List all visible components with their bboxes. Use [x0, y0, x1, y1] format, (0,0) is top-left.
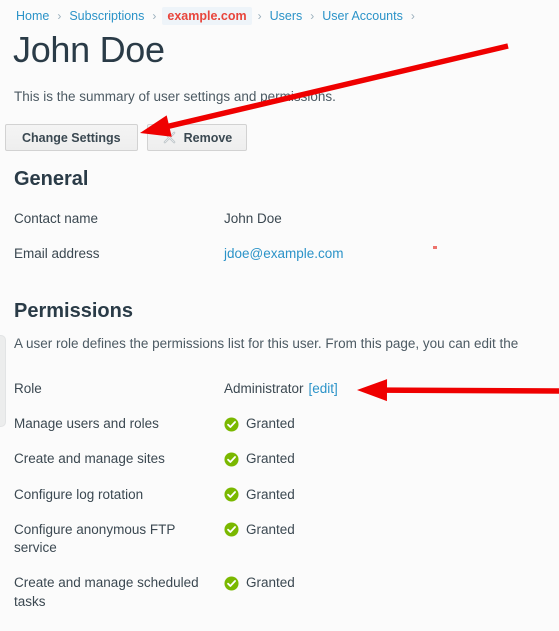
breadcrumb-separator-icon: › [57, 9, 62, 23]
general-row: Contact name John Doe [0, 210, 559, 228]
green-check-circle-icon [224, 576, 239, 591]
change-settings-button[interactable]: Change Settings [5, 124, 138, 151]
green-check-circle-icon [224, 522, 239, 538]
permission-row: Create and manage scheduled tasks Granted [0, 574, 559, 610]
breadcrumb-item-users[interactable]: Users [268, 8, 305, 24]
user-account-summary-page: Home › Subscriptions › example.com › Users › Use… [0, 0, 559, 631]
permission-row: Configure log rotation Granted [0, 486, 559, 504]
role-value: Administrator [224, 381, 304, 396]
permissions-rows: Role Administrator [edit] Manage users and … [0, 380, 559, 628]
breadcrumb: Home › Subscriptions › example.com › Users › Use… [14, 7, 421, 25]
general-row: Email address jdoe@example.com [0, 245, 559, 263]
permissions-section-heading: Permissions [14, 300, 133, 322]
permission-row: Create and manage sites Granted [0, 450, 559, 468]
general-section-heading: General [14, 168, 89, 190]
general-rows: Contact name John Doe Email address jdoe@ex… [0, 210, 559, 280]
breadcrumb-separator-icon: › [310, 9, 315, 23]
permission-status-label: Granted [246, 575, 295, 591]
breadcrumb-item-home[interactable]: Home [14, 8, 51, 24]
breadcrumb-separator-icon: › [257, 9, 262, 23]
permission-label: Configure anonymous FTP service [14, 521, 176, 556]
permission-row: Manage users and roles Granted [0, 415, 559, 433]
permission-status-label: Granted [246, 451, 295, 467]
email-link[interactable]: jdoe@example.com [224, 245, 344, 263]
breadcrumb-item-example-com[interactable]: example.com [162, 7, 252, 25]
breadcrumb-separator-icon: › [410, 9, 415, 23]
permission-status-label: Granted [246, 486, 295, 502]
permission-row: Configure anonymous FTP service Granted [0, 521, 559, 557]
page-title: John Doe [13, 29, 165, 70]
permissions-description: A user role defines the permissions list… [14, 336, 519, 351]
page-subtitle: This is the summary of user settings and… [14, 89, 336, 104]
permission-status: Granted [224, 521, 295, 539]
role-value-group: Administrator [edit] [224, 380, 338, 398]
breadcrumb-separator-icon: › [152, 9, 157, 23]
annotation-artifact-dot [433, 246, 437, 249]
permission-label: Create and manage sites [14, 451, 165, 467]
role-edit-link[interactable]: [edit] [309, 380, 338, 398]
green-check-circle-icon [224, 452, 239, 467]
permission-status: Granted [224, 486, 295, 504]
remove-label: Remove [183, 130, 233, 145]
toolbar: Change Settings Remove [5, 124, 248, 151]
permission-status-label: Granted [246, 521, 295, 537]
remove-button[interactable]: Remove [146, 124, 248, 151]
permission-status-label: Granted [246, 416, 295, 432]
x-cross-icon [162, 130, 177, 145]
breadcrumb-item-subscriptions[interactable]: Subscriptions [67, 8, 146, 24]
permission-status: Granted [224, 415, 295, 433]
permission-label: Manage users and roles [14, 416, 159, 432]
role-label: Role [14, 381, 42, 396]
permission-label: Create and manage scheduled tasks [14, 575, 199, 609]
change-settings-label: Change Settings [22, 130, 121, 145]
permission-status: Granted [224, 450, 295, 468]
general-row-value: John Doe [224, 211, 282, 226]
permission-label: Configure log rotation [14, 486, 144, 502]
role-row: Role Administrator [edit] [0, 380, 559, 398]
general-row-label: Email address [14, 246, 100, 262]
breadcrumb-item-user-accounts[interactable]: User Accounts [320, 8, 405, 24]
general-row-value[interactable]: jdoe@example.com [224, 245, 344, 263]
general-row-label: Contact name [14, 211, 99, 226]
collapsed-panel-handle[interactable] [0, 335, 6, 427]
green-check-circle-icon [224, 417, 239, 432]
green-check-circle-icon [224, 487, 239, 502]
permission-status: Granted [224, 574, 295, 592]
